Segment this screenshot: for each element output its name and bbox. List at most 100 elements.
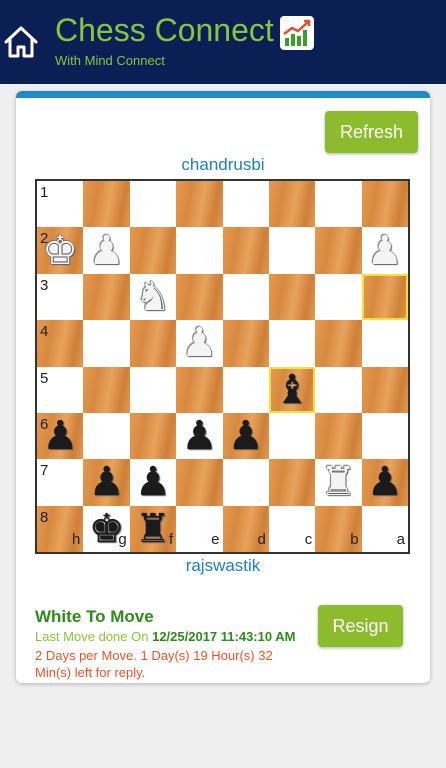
last-move-prefix: Last Move done On [35, 629, 149, 644]
board-square[interactable]: 6 ♟ [37, 412, 84, 460]
board-square[interactable] [129, 181, 177, 228]
board-square[interactable] [268, 181, 316, 228]
board-square[interactable]: 1 [37, 181, 84, 228]
board-square[interactable] [315, 366, 362, 413]
board-square[interactable] [268, 227, 316, 274]
board-square[interactable] [129, 366, 177, 413]
white-pawn-icon[interactable]: ♟ [83, 227, 129, 273]
black-pawn-icon[interactable]: ♟ [176, 413, 222, 459]
board-square[interactable] [361, 320, 408, 367]
board-square[interactable] [176, 459, 223, 506]
board-square[interactable]: e [176, 505, 223, 552]
chart-logo-icon [280, 16, 314, 50]
board-square[interactable]: ♟ [83, 227, 130, 274]
white-knight-icon[interactable]: ♞ [130, 274, 176, 320]
board-square[interactable] [222, 366, 269, 413]
refresh-button[interactable]: Refresh [325, 111, 418, 153]
file-label: a [396, 531, 405, 548]
app-header: Chess Connect With Mind Connect [0, 0, 446, 84]
board-square[interactable]: g ♚ [83, 505, 130, 552]
resign-button[interactable]: Resign [318, 605, 403, 647]
white-pawn-icon[interactable]: ♟ [176, 320, 222, 366]
black-pawn-icon[interactable]: ♟ [37, 413, 83, 459]
rank-label: 1 [40, 184, 49, 201]
board-square[interactable]: a [361, 505, 408, 552]
board-square[interactable] [268, 273, 316, 321]
board-square[interactable] [222, 273, 269, 321]
board-square[interactable] [222, 181, 269, 228]
board-square[interactable] [176, 181, 223, 228]
rank-label: 3 [40, 276, 49, 294]
board-square[interactable] [315, 227, 362, 274]
rank-label: 8 [40, 508, 49, 526]
board-square[interactable] [83, 412, 130, 460]
last-move-info: Last Move done On 12/25/2017 11:43:10 AM [35, 629, 295, 644]
board-square[interactable] [83, 181, 130, 228]
board-square[interactable]: 4 [37, 320, 84, 367]
bottom-player-name[interactable]: rajswastik [16, 556, 430, 576]
board-square[interactable]: d [222, 505, 269, 552]
board-square[interactable] [129, 412, 177, 460]
board-square[interactable] [222, 320, 269, 367]
board-square[interactable]: f ♜ [129, 505, 177, 552]
white-pawn-icon[interactable]: ♟ [362, 227, 408, 273]
board-square[interactable]: c [268, 505, 316, 552]
black-pawn-icon[interactable]: ♟ [83, 459, 129, 505]
black-pawn-icon[interactable]: ♟ [362, 459, 408, 505]
board-square[interactable] [129, 320, 177, 367]
board-square[interactable] [268, 459, 316, 506]
home-icon[interactable] [2, 24, 40, 60]
board-square[interactable] [176, 227, 223, 274]
board-square[interactable]: ♟ [222, 412, 269, 460]
board-square[interactable]: ♟ [176, 320, 223, 367]
file-label: e [211, 531, 220, 548]
black-king-icon[interactable]: ♚ [83, 506, 129, 552]
board-square[interactable]: ♟ [361, 459, 408, 506]
app-title: Chess Connect [55, 12, 274, 48]
white-king-icon[interactable]: ♚ [37, 227, 83, 273]
board-square[interactable] [361, 366, 408, 413]
board-square[interactable]: ♟ [129, 459, 177, 506]
board-square[interactable]: ♞ [129, 273, 177, 321]
board-square[interactable]: ♟ [361, 227, 408, 274]
board-square[interactable]: 5 [37, 366, 84, 413]
board-square[interactable]: 2 ♚ [37, 227, 84, 274]
board-square[interactable] [83, 320, 130, 367]
board-square[interactable] [315, 320, 362, 367]
board-square[interactable]: b [315, 505, 362, 552]
black-pawn-icon[interactable]: ♟ [223, 413, 269, 459]
board-square[interactable] [176, 273, 223, 321]
chess-board[interactable]: 1 2 ♚ ♟ ♟ 3 ♞ 4 ♟ 5 ♝ 6 ♟ ♟ ♟ 7 ♟ ♟ ♜ ♟ 8 h g ♚ f ♜ e d c b a [35, 179, 410, 554]
board-square[interactable] [222, 227, 269, 274]
last-move-timestamp: 12/25/2017 11:43:10 AM [152, 629, 296, 644]
board-square[interactable] [176, 366, 223, 413]
top-player-name[interactable]: chandrusbi [16, 155, 430, 175]
board-square[interactable]: ♝ [268, 366, 316, 413]
game-card: Refresh chandrusbi 1 2 ♚ ♟ ♟ 3 ♞ 4 ♟ 5 ♝ 6 ♟ ♟ ♟ 7 ♟ ♟ ♜ ♟ 8… [16, 91, 430, 683]
board-square[interactable]: 8h [37, 505, 84, 552]
black-bishop-icon[interactable]: ♝ [269, 367, 315, 413]
board-square[interactable]: 7 [37, 459, 84, 506]
time-left-info: 2 Days per Move. 1 Day(s) 19 Hour(s) 32 … [35, 648, 273, 680]
board-square[interactable]: ♟ [83, 459, 130, 506]
board-square[interactable] [361, 181, 408, 228]
board-square[interactable] [83, 366, 130, 413]
board-square[interactable] [361, 273, 408, 321]
board-square[interactable]: ♟ [176, 412, 223, 460]
board-square[interactable]: ♜ [315, 459, 362, 506]
app-subtitle: With Mind Connect [55, 53, 165, 68]
board-square[interactable] [268, 320, 316, 367]
black-rook-icon[interactable]: ♜ [130, 506, 176, 552]
file-label: b [350, 531, 359, 548]
board-square[interactable] [361, 412, 408, 460]
board-square[interactable] [129, 227, 177, 274]
board-square[interactable] [315, 412, 362, 460]
board-square[interactable]: 3 [37, 273, 84, 321]
board-square[interactable] [315, 181, 362, 228]
board-square[interactable] [268, 412, 316, 460]
board-square[interactable] [83, 273, 130, 321]
board-square[interactable] [315, 273, 362, 321]
board-square[interactable] [222, 459, 269, 506]
white-rook-icon[interactable]: ♜ [315, 459, 361, 505]
black-pawn-icon[interactable]: ♟ [130, 459, 176, 505]
